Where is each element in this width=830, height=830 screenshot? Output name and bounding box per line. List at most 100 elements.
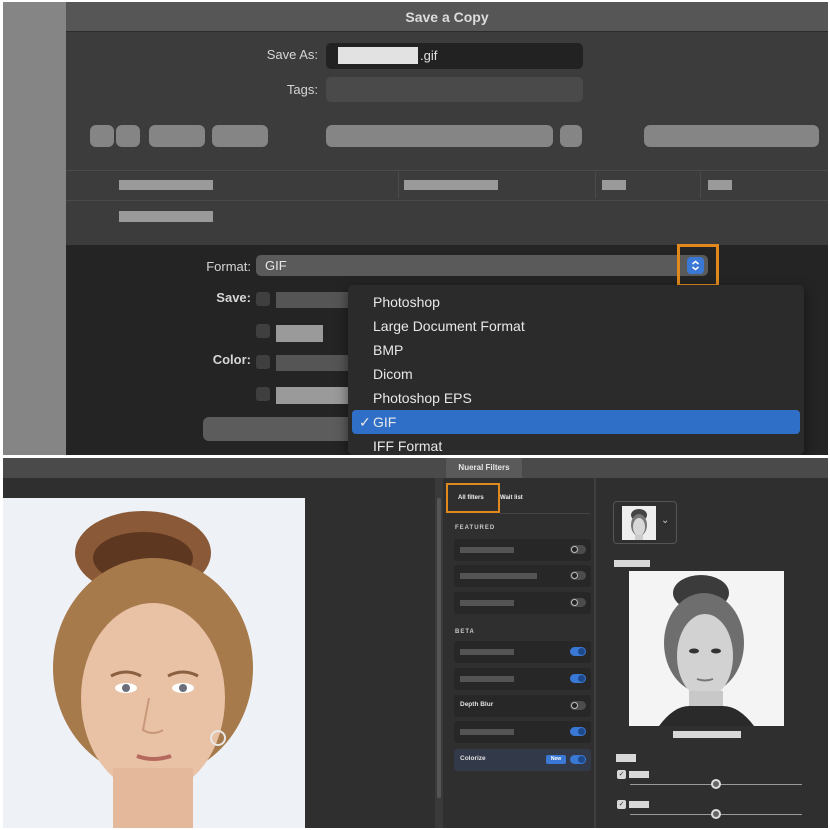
file-extension: .gif <box>420 48 438 63</box>
color-options-label: Color: <box>212 352 251 367</box>
filter-toggle[interactable] <box>570 647 586 656</box>
column-header-size[interactable] <box>602 180 626 190</box>
slider-label-redacted <box>629 771 649 778</box>
tags-input[interactable] <box>326 77 583 102</box>
format-menu-item-iff[interactable]: IFF Format <box>348 434 804 455</box>
filter-toggle[interactable] <box>570 755 586 764</box>
save-as-input[interactable]: .gif <box>326 43 583 69</box>
save-option-label-redacted <box>276 292 356 308</box>
beta-heading: BETA <box>455 629 475 635</box>
column-header-name[interactable] <box>119 180 213 190</box>
format-menu-item-photoshop-eps[interactable]: Photoshop EPS <box>348 386 804 410</box>
scrollbar-thumb[interactable] <box>437 498 441 798</box>
slider-checkbox[interactable]: ✓ <box>617 800 626 809</box>
filter-toggle[interactable] <box>570 727 586 736</box>
save-option-checkbox[interactable] <box>256 292 270 306</box>
slider-checkbox[interactable]: ✓ <box>617 770 626 779</box>
divider <box>66 200 828 201</box>
neural-filters-workspace: Nueral Filters All filters Wait list FEA… <box>3 458 828 828</box>
canvas-image <box>3 498 305 828</box>
filter-toggle[interactable] <box>570 571 586 580</box>
format-menu-item-photoshop[interactable]: Photoshop <box>348 290 804 314</box>
toolbar-button-back[interactable] <box>90 125 114 147</box>
filter-name-redacted <box>460 676 514 682</box>
filter-name-redacted <box>460 600 514 606</box>
checkmark-icon: ✓ <box>359 414 371 430</box>
search-field[interactable] <box>644 125 819 147</box>
adjustment-slider-handle[interactable] <box>711 779 721 789</box>
cancel-button[interactable] <box>203 417 353 441</box>
filter-name-redacted <box>460 729 514 735</box>
location-expand-button[interactable] <box>560 125 582 147</box>
filter-name: Colorize <box>460 755 486 762</box>
save-option-checkbox[interactable] <box>256 324 270 338</box>
format-value: GIF <box>265 258 287 273</box>
column-divider <box>700 172 701 198</box>
filter-row-depth-blur[interactable]: Depth Blur <box>454 695 591 717</box>
filter-row[interactable] <box>454 721 591 743</box>
filter-toggle[interactable] <box>570 674 586 683</box>
filter-name-redacted <box>460 547 514 553</box>
featured-heading: FEATURED <box>455 525 496 531</box>
filter-row[interactable] <box>454 668 591 690</box>
save-options-label: Save: <box>216 290 251 305</box>
settings-label-redacted <box>616 754 636 762</box>
new-badge: New <box>546 755 566 764</box>
location-dropdown[interactable] <box>326 125 553 147</box>
slider-label-redacted <box>629 801 649 808</box>
dialog-titlebar: Save a Copy <box>66 2 828 32</box>
preview-caption-redacted <box>673 731 741 738</box>
filter-toggle[interactable] <box>570 545 586 554</box>
format-menu-item-bmp[interactable]: BMP <box>348 338 804 362</box>
toolbar-button-group[interactable] <box>212 125 268 147</box>
portrait-image <box>3 498 305 828</box>
format-menu: Photoshop Large Document Format BMP Dico… <box>348 285 804 455</box>
preview-image-dropdown[interactable]: ⌄ <box>613 501 677 544</box>
filter-toggle[interactable] <box>570 701 586 710</box>
column-divider <box>398 172 399 198</box>
toolbar-button-view[interactable] <box>149 125 205 147</box>
sidebar-strip <box>3 2 66 455</box>
toolbar-button-forward[interactable] <box>116 125 140 147</box>
filter-toggle[interactable] <box>570 598 586 607</box>
column-header-kind[interactable] <box>708 180 732 190</box>
tags-label: Tags: <box>286 82 318 97</box>
column-divider <box>595 172 596 198</box>
preview-thumbnail <box>622 506 656 540</box>
color-option-label-redacted <box>276 387 356 404</box>
chevron-down-icon: ⌄ <box>661 515 670 526</box>
filter-row[interactable] <box>454 539 591 561</box>
panel-tabbar <box>3 458 828 478</box>
format-dropdown[interactable]: GIF <box>256 255 708 276</box>
format-label: Format: <box>206 259 251 274</box>
filter-preview-image <box>629 571 784 726</box>
file-list-row[interactable] <box>119 211 213 222</box>
filter-row[interactable] <box>454 641 591 663</box>
column-header-date[interactable] <box>404 180 498 190</box>
preview-label-redacted <box>614 560 650 567</box>
filename-redacted <box>338 47 418 64</box>
divider <box>66 170 828 171</box>
color-option-label-redacted <box>276 355 356 371</box>
color-option-checkbox[interactable] <box>256 387 270 401</box>
filter-name: Depth Blur <box>460 701 494 708</box>
filter-row-colorize[interactable]: Colorize New <box>454 749 591 771</box>
filter-row[interactable] <box>454 565 591 587</box>
tab-neural-filters[interactable]: Nueral Filters <box>446 458 522 478</box>
format-menu-item-large-document[interactable]: Large Document Format <box>348 314 804 338</box>
filter-name-redacted <box>460 573 537 579</box>
save-as-label: Save As: <box>266 47 318 62</box>
color-option-checkbox[interactable] <box>256 355 270 369</box>
tabs-underline <box>500 513 590 514</box>
panel-divider <box>594 478 596 828</box>
format-menu-item-label: GIF <box>373 414 397 430</box>
save-copy-dialog: Save a Copy Save As: .gif Tags: Format: … <box>3 2 828 455</box>
highlight-box-format-stepper <box>677 244 719 287</box>
filter-row[interactable] <box>454 592 591 614</box>
highlight-box-all-filters <box>446 483 500 513</box>
tab-wait-list[interactable]: Wait list <box>500 495 523 501</box>
format-menu-item-gif[interactable]: ✓ GIF <box>352 410 800 434</box>
format-menu-item-dicom[interactable]: Dicom <box>348 362 804 386</box>
filter-name-redacted <box>460 649 514 655</box>
adjustment-slider-handle[interactable] <box>711 809 721 819</box>
